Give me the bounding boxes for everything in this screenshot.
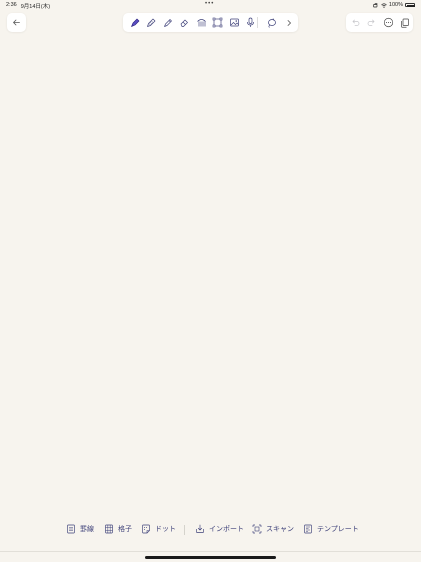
lasso-icon	[268, 18, 276, 28]
dot-paper-option[interactable]: ドット	[141, 524, 176, 534]
status-time: 2:36	[6, 2, 17, 8]
tool-toolbar	[123, 13, 298, 32]
status-left: 2:36 9月14日(木)	[6, 2, 50, 10]
pencil-tool[interactable]	[145, 16, 158, 29]
ruled-paper-option[interactable]: 罫線	[66, 524, 94, 534]
template-icon	[304, 524, 312, 534]
chevron-right-icon	[287, 19, 291, 26]
microphone-tool[interactable]	[244, 16, 257, 29]
eraser-tool[interactable]	[178, 16, 191, 29]
note-screen: 2:36 9月14日(木) ••• 100% 罫線 格子 ドット インポート ス…	[0, 0, 421, 562]
redo-button[interactable]	[365, 16, 378, 29]
shape-icon	[197, 19, 206, 27]
lasso-tool[interactable]	[265, 16, 278, 29]
right-toolbar	[346, 13, 413, 32]
import-option[interactable]: インポート	[195, 524, 244, 534]
undo-icon	[352, 19, 360, 26]
grid-paper-label: 格子	[118, 526, 132, 533]
status-date: 9月14日(木)	[20, 4, 51, 10]
ruled-paper-label: 罫線	[80, 526, 94, 533]
dot-paper-icon	[142, 524, 150, 534]
battery-percent: 100%	[388, 2, 403, 8]
marker-icon	[164, 19, 172, 27]
home-indicator[interactable]	[145, 556, 276, 559]
wifi-icon	[381, 2, 387, 8]
expand-tools-button[interactable]	[282, 16, 295, 29]
bottom-separator	[0, 551, 421, 552]
scan-option[interactable]: スキャン	[252, 524, 294, 534]
battery-fill	[406, 4, 415, 7]
selection-icon	[212, 17, 223, 28]
import-label: インポート	[209, 526, 244, 533]
import-icon	[196, 524, 204, 533]
image-tool[interactable]	[228, 16, 241, 29]
back-button[interactable]	[7, 13, 26, 32]
undo-button[interactable]	[349, 16, 362, 29]
fountain-pen-tool[interactable]	[129, 16, 142, 29]
grid-paper-icon	[105, 524, 113, 534]
template-label: テンプレート	[317, 526, 359, 533]
pages-button[interactable]	[398, 16, 411, 29]
microphone-icon	[247, 17, 254, 27]
redo-icon	[367, 19, 375, 26]
battery-icon	[405, 3, 415, 7]
multitasking-dots[interactable]: •••	[205, 1, 214, 7]
drawing-canvas[interactable]	[0, 40, 421, 510]
arrow-left-icon	[13, 19, 20, 26]
shape-tool[interactable]	[195, 16, 208, 29]
marker-tool[interactable]	[162, 16, 175, 29]
selection-tool[interactable]	[211, 16, 224, 29]
more-icon	[383, 17, 394, 28]
ruled-paper-icon	[67, 524, 75, 534]
image-icon	[230, 18, 239, 27]
eraser-icon	[180, 19, 188, 27]
dot-paper-label: ドット	[155, 526, 176, 533]
fountain-pen-icon	[131, 18, 140, 27]
options-divider	[184, 525, 185, 535]
orientation-lock-icon	[373, 2, 378, 7]
pencil-icon	[147, 18, 156, 27]
status-bar: 2:36 9月14日(木) ••• 100%	[0, 0, 421, 10]
scan-icon	[252, 524, 262, 534]
template-option[interactable]: テンプレート	[303, 524, 359, 534]
grid-paper-option[interactable]: 格子	[104, 524, 132, 534]
scan-label: スキャン	[266, 526, 294, 533]
pages-icon	[400, 18, 409, 28]
page-options-bar: 罫線 格子 ドット インポート スキャン テンプレート	[0, 522, 421, 538]
more-button[interactable]	[382, 16, 395, 29]
status-right: 100%	[373, 2, 415, 8]
toolbar-divider	[257, 17, 258, 28]
